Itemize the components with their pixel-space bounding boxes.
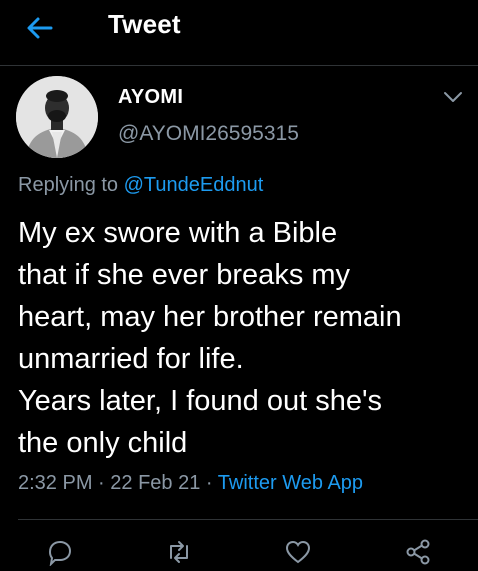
app-header: Tweet (0, 0, 478, 66)
avatar[interactable] (16, 76, 98, 158)
share-button[interactable] (404, 538, 432, 566)
chevron-down-icon (444, 92, 462, 102)
tweet-date: 22 Feb 21 (110, 472, 201, 494)
tweet-text-line: Years later, I found out she's (18, 385, 382, 417)
like-button[interactable] (284, 538, 312, 566)
tweet-text-line: heart, may her brother remain (18, 301, 402, 333)
tweet-text-line: the only child (18, 427, 188, 459)
tweet-source-link[interactable]: Twitter Web App (218, 472, 363, 494)
reply-button[interactable] (46, 538, 74, 567)
arrow-left-icon (27, 17, 53, 39)
action-bar (0, 530, 478, 567)
replying-to-label: Replying to (18, 174, 119, 196)
meta-separator: · (98, 472, 105, 494)
like-icon (285, 540, 311, 564)
reply-icon (48, 540, 72, 567)
back-button[interactable] (24, 12, 56, 44)
reply-mention-link[interactable]: @TundeEddnut (124, 174, 264, 196)
page-title: Tweet (108, 9, 181, 39)
replying-to: Replying to @TundeEddnut (18, 174, 263, 197)
tweet-time: 2:32 PM (18, 472, 93, 494)
tweet-text: My ex swore with a Bible that if she eve… (18, 212, 468, 464)
avatar-photo (16, 76, 98, 158)
author-handle[interactable]: @AYOMI26595315 (118, 122, 299, 146)
tweet-text-line: My ex swore with a Bible (18, 217, 338, 249)
share-icon (406, 539, 430, 565)
tweet-text-line: that if she ever breaks my (18, 259, 351, 291)
author-name[interactable]: AYOMI (118, 86, 183, 109)
more-options-button[interactable] (440, 86, 466, 108)
tweet-meta: 2:32 PM · 22 Feb 21 · Twitter Web App (18, 472, 363, 495)
retweet-icon (170, 541, 188, 563)
divider (18, 519, 478, 520)
retweet-button[interactable] (165, 538, 193, 566)
tweet-text-line: unmarried for life. (18, 343, 244, 375)
meta-separator: · (205, 472, 213, 494)
